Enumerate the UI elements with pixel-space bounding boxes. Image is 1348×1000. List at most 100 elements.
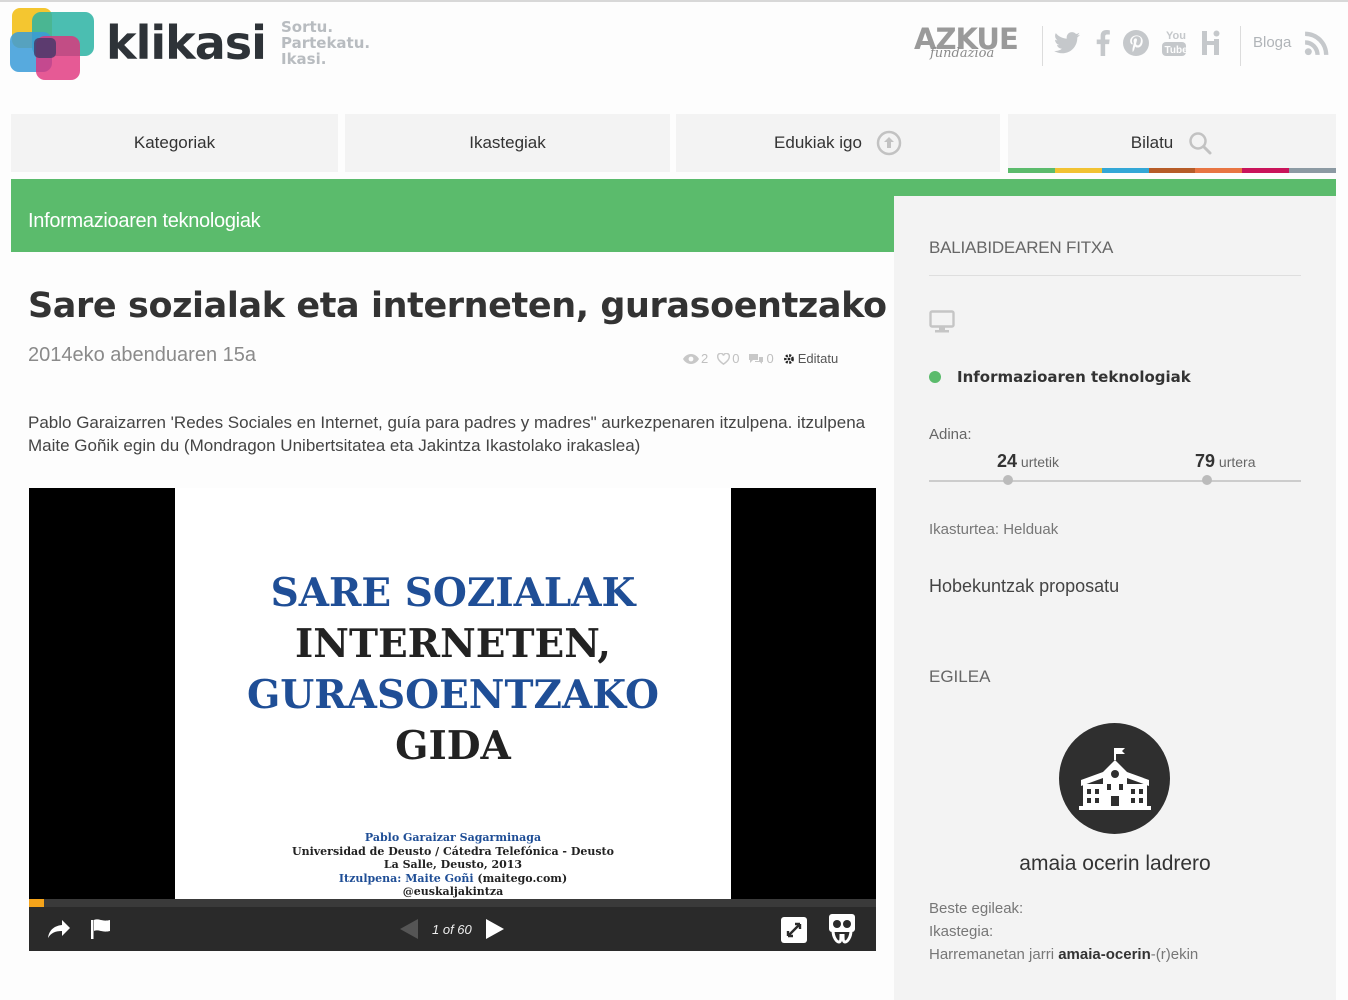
contact-prefix: Harremanetan jarri xyxy=(929,946,1055,963)
age-range-max-handle xyxy=(1202,475,1212,485)
school-label: Ikastegia: xyxy=(929,923,994,940)
color-segment xyxy=(1195,168,1243,173)
fullscreen-icon[interactable] xyxy=(780,916,808,944)
eye-icon xyxy=(683,353,699,364)
age-from-unit: urtetik xyxy=(1020,454,1060,470)
azkue-logo[interactable]: AZKUE fundazioa xyxy=(914,22,1028,64)
edit-button[interactable]: Editatu xyxy=(783,351,838,366)
youtube-icon[interactable]: You Tube xyxy=(1159,28,1189,58)
header-divider xyxy=(1240,26,1241,66)
other-authors: Beste egileak: xyxy=(929,900,1024,917)
svg-text:Tube: Tube xyxy=(1165,45,1189,56)
monitor-icon xyxy=(929,310,955,339)
tab-kategoriak[interactable]: Kategoriak xyxy=(11,114,338,172)
credit-name: Maite Goñi xyxy=(405,871,474,885)
tagline-line: Ikasi. xyxy=(281,50,327,68)
prev-slide-button[interactable] xyxy=(397,917,421,941)
contact-line: Harremanetan jarri amaia-ocerin-(r)ekin xyxy=(929,946,1198,963)
color-segment xyxy=(1242,168,1290,173)
tagline-line: Partekatu. xyxy=(281,34,371,52)
header-divider xyxy=(1042,26,1043,66)
category-band[interactable]: Informazioaren teknologiak xyxy=(11,196,894,252)
suggest-improvements-link[interactable]: Hobekuntzak proposatu xyxy=(929,576,1119,597)
klikasi-logo[interactable] xyxy=(10,8,98,82)
age-from: 24 urtetik xyxy=(997,451,1059,472)
age-from-value: 24 xyxy=(997,451,1018,471)
age-range-min-handle xyxy=(1003,475,1013,485)
credit-line: Pablo Garaizar Sagarminaga xyxy=(364,831,542,844)
school-icon xyxy=(1078,747,1151,810)
slide-title-line: GURASOENTZAKO xyxy=(246,672,660,718)
tagline-line: Sortu. xyxy=(281,18,334,36)
top-border xyxy=(0,0,1348,2)
slide-progress-bar[interactable] xyxy=(29,899,876,907)
tab-label: Bilatu xyxy=(1130,133,1174,152)
avatar[interactable] xyxy=(1059,723,1170,834)
slide-title-line: GIDA xyxy=(395,723,511,769)
credit-line: La Salle, Deusto, 2013 xyxy=(383,858,523,871)
age-to: 79 urtera xyxy=(1195,451,1256,472)
blog-link[interactable]: Bloga xyxy=(1253,34,1291,51)
slideshare-icon[interactable] xyxy=(826,912,858,946)
tagline: Sortu. Partekatu. Ikasi. xyxy=(281,19,370,67)
article-stats: 2 0 0 Editatu xyxy=(683,351,838,366)
publish-date: 2014eko abenduaren 15a xyxy=(28,344,256,366)
comments-stat[interactable]: 0 xyxy=(748,351,774,366)
heart-icon xyxy=(717,352,731,365)
tab-ikastegiak[interactable]: Ikastegiak xyxy=(345,114,670,172)
article-description: Pablo Garaizarren 'Redes Sociales en Int… xyxy=(28,413,866,455)
search-icon xyxy=(1189,132,1212,155)
age-to-value: 79 xyxy=(1195,451,1216,471)
age-to-unit: urtera xyxy=(1218,454,1256,470)
color-segment xyxy=(1054,168,1102,173)
page-title: Sare sozialak eta interneten, gurasoentz… xyxy=(28,286,983,326)
flag-icon[interactable] xyxy=(88,917,114,941)
tab-bilatu[interactable]: Bilatu xyxy=(1008,114,1336,172)
contact-user-link[interactable]: amaia-ocerin xyxy=(1058,946,1151,963)
credit-line: Itzulpena: Maite Goñi (maitego.com) xyxy=(175,872,731,886)
author-heading: EGILEA xyxy=(929,667,991,686)
upload-icon xyxy=(876,130,902,156)
tab-edukiak-igo[interactable]: Edukiak igo xyxy=(676,114,1000,172)
svg-text:You: You xyxy=(1166,30,1186,42)
color-segment xyxy=(1289,168,1337,173)
slide-viewer[interactable]: SARE SOZIALAK INTERNETEN, GURASOENTZAKO … xyxy=(29,488,876,951)
hi-icon[interactable] xyxy=(1196,28,1226,58)
slide-credits: Pablo Garaizar Sagarminaga Universidad d… xyxy=(175,831,731,899)
facebook-icon[interactable] xyxy=(1088,28,1118,58)
age-label: Adina: xyxy=(929,426,972,443)
twitter-icon[interactable] xyxy=(1052,28,1082,58)
brand-name[interactable]: klikasi xyxy=(106,16,267,70)
resource-sidebar: BALIABIDEAREN FITXA Informazioaren tekno… xyxy=(894,196,1336,1000)
comments-icon xyxy=(749,353,764,364)
tab-label: Kategoriak xyxy=(133,133,216,152)
slide-counter: 1 of 60 xyxy=(432,922,472,937)
contact-suffix: -(r)ekin xyxy=(1150,946,1199,963)
divider xyxy=(929,275,1301,276)
author-name[interactable]: amaia ocerin ladrero xyxy=(894,852,1336,876)
pinterest-icon[interactable] xyxy=(1121,28,1151,58)
resource-card-heading: BALIABIDEAREN FITXA xyxy=(929,238,1114,257)
azkue-logo-sub: fundazioa xyxy=(930,46,995,61)
credit-line: Universidad de Deusto / Cátedra Telefóni… xyxy=(292,844,614,858)
credit-rest: (maitego.com) xyxy=(477,871,568,885)
search-tab-color-bar xyxy=(1008,168,1337,173)
resource-category[interactable]: Informazioaren teknologiak xyxy=(929,368,1191,386)
slide-title-line: INTERNETEN, xyxy=(295,621,611,667)
color-segment xyxy=(1008,168,1055,173)
slide-title: SARE SOZIALAK INTERNETEN, GURASOENTZAKO … xyxy=(175,568,731,772)
gear-icon xyxy=(783,353,794,364)
likes-stat[interactable]: 0 xyxy=(717,351,739,366)
edit-label: Editatu xyxy=(797,351,839,366)
course-level: Ikasturtea: Helduak xyxy=(929,521,1059,538)
tab-label: Ikastegiak xyxy=(469,133,546,152)
category-dot xyxy=(929,371,941,383)
rss-icon[interactable] xyxy=(1302,28,1332,58)
credit-line: @euskaljakintza xyxy=(402,885,504,898)
viewer-controls: 1 of 60 xyxy=(29,907,876,951)
slide-title-line: SARE SOZIALAK xyxy=(270,570,636,616)
share-icon[interactable] xyxy=(45,917,73,941)
next-slide-button[interactable] xyxy=(483,917,507,941)
tab-label: Edukiak igo xyxy=(774,133,862,152)
category-label: Informazioaren teknologiak xyxy=(957,368,1191,386)
